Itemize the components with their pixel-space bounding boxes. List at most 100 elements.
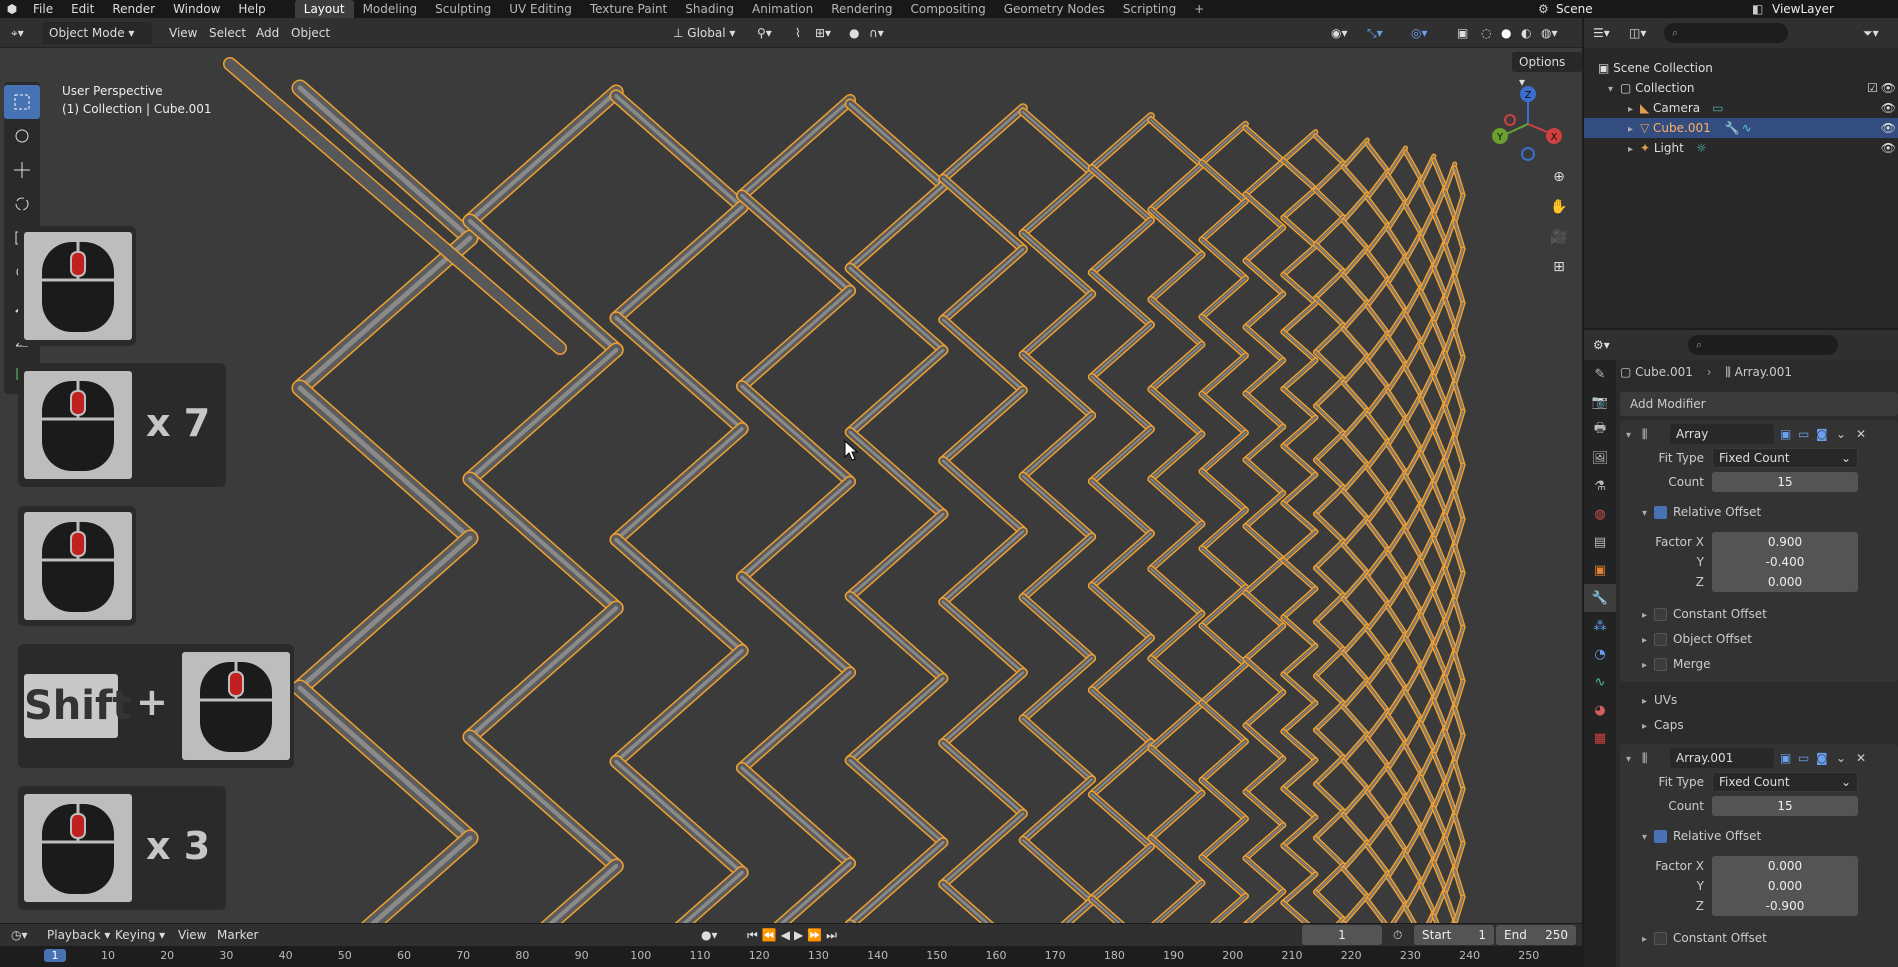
viewport-toggle-icon[interactable]: ▭ — [1798, 422, 1809, 446]
outliner-item-cube[interactable]: ▸ ▽ Cube.001 🔧 ∿ 👁 — [1584, 118, 1898, 138]
edit-mode-toggle-icon[interactable]: ▣ — [1780, 422, 1791, 446]
neg-x-axis-icon[interactable] — [1504, 114, 1516, 126]
modifier-wrench-icon[interactable]: 🔧 — [1725, 121, 1740, 135]
select-box-tool[interactable] — [4, 85, 40, 119]
outliner-scene-collection[interactable]: ▣ Scene Collection — [1584, 58, 1898, 78]
visibility-icon[interactable]: ◉▾ — [1324, 22, 1355, 44]
orientation-dropdown[interactable]: ⊥ Global ▾ — [666, 22, 742, 44]
scene-tab-icon[interactable]: ⚗ — [1584, 472, 1616, 500]
tab-sculpting[interactable]: Sculpting — [426, 0, 500, 18]
modifier-header[interactable]: ▾ ⫼ Array.001 ▣ ▭ ◙ ⌄ ✕ — [1620, 746, 1898, 770]
render-toggle-icon[interactable]: ◙ — [1816, 746, 1828, 770]
modifier-menu-icon[interactable]: ⌄ — [1836, 422, 1846, 446]
tab-shading[interactable]: Shading — [676, 0, 743, 18]
blender-logo-icon[interactable]: ⬢ — [0, 2, 24, 16]
eye-icon[interactable]: 👁 — [1881, 98, 1896, 118]
modifier-header[interactable]: ▾ ⫼ Array ▣ ▭ ◙ ⌄ ✕ — [1620, 422, 1898, 446]
merge-checkbox[interactable] — [1654, 658, 1667, 671]
menu-object[interactable]: Object — [284, 22, 337, 44]
add-workspace-icon[interactable]: + — [1185, 0, 1213, 18]
current-frame-field[interactable]: 1 — [1302, 925, 1382, 945]
outliner-search-input[interactable]: ⌕ — [1664, 23, 1788, 43]
tab-layout[interactable]: Layout — [294, 0, 354, 18]
eye-icon[interactable]: 👁 — [1881, 118, 1896, 138]
menu-file[interactable]: File — [24, 0, 62, 18]
outliner-editor-icon[interactable]: ☰▾ — [1586, 22, 1617, 44]
pivot-icon[interactable]: ⚲▾ — [750, 22, 779, 44]
eye-icon[interactable]: 👁 — [1881, 138, 1896, 158]
constant-offset-checkbox[interactable] — [1654, 932, 1667, 945]
move-tool[interactable] — [4, 153, 40, 187]
modifier-menu-icon[interactable]: ⌄ — [1836, 746, 1846, 770]
factor-x-field[interactable]: 0.900 — [1712, 532, 1858, 552]
relative-offset-checkbox[interactable] — [1654, 830, 1667, 843]
collapse-chevron-icon[interactable]: ▾ — [1626, 424, 1638, 448]
relative-offset-checkbox[interactable] — [1654, 506, 1667, 519]
neg-z-axis-icon[interactable] — [1521, 147, 1535, 161]
view-layer-tab-icon[interactable]: 🖼 — [1584, 444, 1616, 472]
merge-header[interactable]: ▸ Merge — [1620, 652, 1898, 676]
zoom-icon[interactable]: ⊕ — [1546, 164, 1572, 190]
menu-marker[interactable]: Marker — [210, 924, 265, 946]
viewport-toggle-icon[interactable]: ▭ — [1798, 746, 1809, 770]
render-toggle-icon[interactable]: ◙ — [1816, 422, 1828, 446]
snap-target-icon[interactable]: ⊞▾ — [808, 22, 838, 44]
menu-add[interactable]: Add — [249, 22, 286, 44]
physics-tab-icon[interactable]: ◔ — [1584, 640, 1616, 668]
world-tab-icon[interactable]: ◍ — [1584, 500, 1616, 528]
snap-icon[interactable]: ⌇ — [788, 22, 808, 44]
falloff-icon[interactable]: ∩▾ — [862, 22, 891, 44]
properties-editor-icon[interactable]: ⚙▾ — [1586, 334, 1617, 356]
ortho-grid-icon[interactable]: ⊞ — [1546, 254, 1572, 280]
tab-texture-paint[interactable]: Texture Paint — [581, 0, 676, 18]
tab-uv-editing[interactable]: UV Editing — [500, 0, 581, 18]
factor-y-field[interactable]: 0.000 — [1712, 876, 1858, 896]
menu-help[interactable]: Help — [229, 0, 274, 18]
overlay-toggle-icon[interactable]: ◎▾ — [1404, 22, 1435, 44]
tab-animation[interactable]: Animation — [743, 0, 822, 18]
particles-tab-icon[interactable]: ⁂ — [1584, 612, 1616, 640]
delete-modifier-icon[interactable]: ✕ — [1856, 746, 1866, 770]
cursor-tool[interactable] — [4, 119, 40, 153]
factor-y-field[interactable]: -0.400 — [1712, 552, 1858, 572]
caps-header[interactable]: ▸ Caps — [1620, 713, 1898, 737]
timeline-editor-icon[interactable]: ◷▾ — [4, 924, 35, 946]
end-frame-field[interactable]: End 250 — [1496, 925, 1576, 945]
mode-selector[interactable]: Object Mode ▾ — [42, 22, 152, 44]
menu-timeline-view[interactable]: View — [171, 924, 213, 946]
3d-viewport[interactable]: User Perspective (1) Collection | Cube.0… — [0, 48, 1582, 923]
outliner-item-light[interactable]: ▸ ✦ Light ☼ 👁 — [1584, 138, 1898, 158]
object-offset-header[interactable]: ▸ Object Offset — [1620, 627, 1898, 651]
start-frame-field[interactable]: Start 1 — [1414, 925, 1494, 945]
menu-render[interactable]: Render — [103, 0, 164, 18]
filter-icon[interactable]: ⏷▾ — [1856, 22, 1886, 44]
editor-type-icon[interactable]: ⌖▾ — [4, 22, 31, 44]
delete-modifier-icon[interactable]: ✕ — [1856, 422, 1866, 446]
menu-window[interactable]: Window — [164, 0, 229, 18]
menu-edit[interactable]: Edit — [62, 0, 103, 18]
display-mode-icon[interactable]: ◫▾ — [1622, 22, 1653, 44]
menu-playback[interactable]: Playback ▾ — [40, 924, 117, 946]
xray-icon[interactable]: ▣ — [1450, 22, 1475, 44]
scene-name[interactable]: Scene — [1556, 0, 1593, 18]
chain-link-fence-mesh[interactable] — [0, 48, 1582, 923]
material-tab-icon[interactable]: ▦ — [1584, 724, 1616, 752]
scene-icon[interactable]: ⚙ — [1538, 0, 1549, 18]
constant-offset-checkbox[interactable] — [1654, 608, 1667, 621]
outliner-item-camera[interactable]: ▸ ◣ Camera ▭ 👁 — [1584, 98, 1898, 118]
rotate-tool[interactable] — [4, 187, 40, 221]
view-layer-name[interactable]: ViewLayer — [1772, 0, 1834, 18]
shading-rendered-icon[interactable]: ◍▾ — [1534, 22, 1565, 44]
collection-tab-icon[interactable]: ▤ — [1584, 528, 1616, 556]
mesh-data-icon[interactable]: ∿ — [1742, 121, 1752, 135]
count-field[interactable]: 15 — [1712, 472, 1858, 492]
outliner-item-collection[interactable]: ▾ ▢ Collection ☑ 👁 — [1584, 78, 1898, 98]
playback-controls[interactable]: ⏮⏪◀▶⏩⏭ — [740, 924, 848, 946]
collapse-chevron-icon[interactable]: ▾ — [1626, 748, 1638, 772]
object-offset-checkbox[interactable] — [1654, 633, 1667, 646]
navigation-gizmo[interactable]: Z X Y — [1488, 82, 1568, 172]
relative-offset-header[interactable]: ▾ Relative Offset — [1620, 824, 1898, 848]
constant-offset-header[interactable]: ▸ Constant Offset — [1620, 926, 1898, 950]
fit-type-dropdown[interactable]: Fixed Count ⌄ — [1712, 448, 1858, 468]
relative-offset-header[interactable]: ▾ Relative Offset — [1620, 500, 1898, 524]
